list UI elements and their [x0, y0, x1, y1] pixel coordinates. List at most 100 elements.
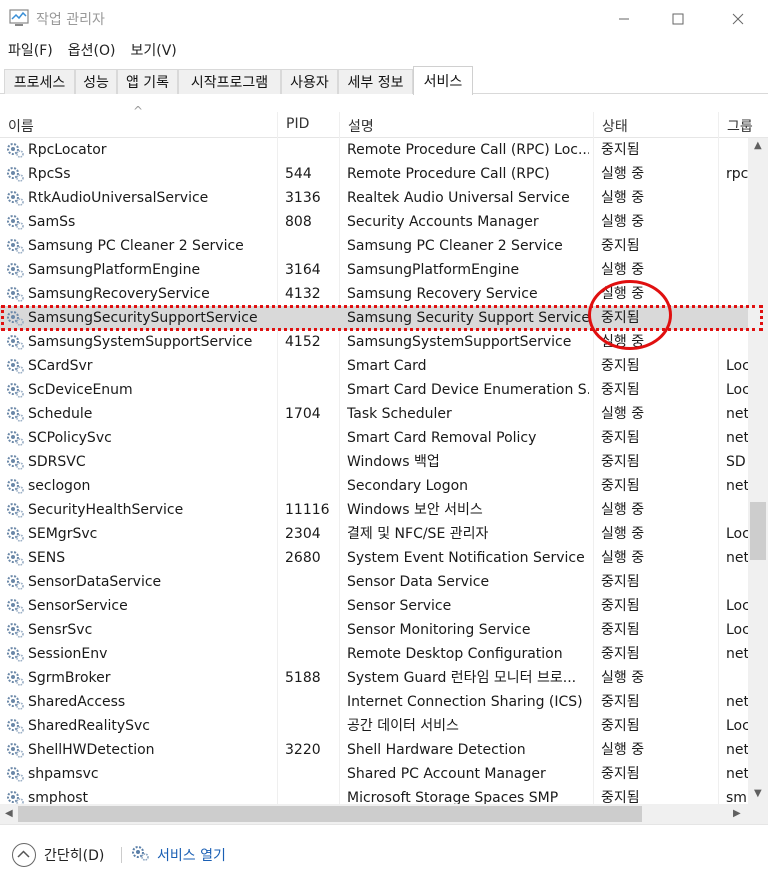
service-status: 중지됨	[601, 574, 640, 590]
service-status: 중지됨	[601, 694, 640, 710]
tab-performance[interactable]: 성능	[75, 69, 117, 94]
service-description: Smart Card Device Enumeration S...	[347, 382, 589, 398]
open-services-link[interactable]: 서비스 열기	[157, 845, 226, 865]
table-row[interactable]: SENS 2680 System Event Notification Servic…	[0, 546, 752, 570]
tab-details[interactable]: 세부 정보	[338, 69, 413, 94]
service-status: 실행 중	[601, 406, 645, 422]
horizontal-scroll-thumb[interactable]	[18, 806, 642, 822]
service-description: Sensor Service	[347, 598, 452, 614]
scroll-down-icon[interactable]: ▼	[754, 788, 762, 799]
tab-processes[interactable]: 프로세스	[4, 69, 75, 94]
service-gear-icon	[7, 263, 24, 278]
table-row[interactable]: SharedRealitySvc 공간 데이터 서비스 중지됨 Loc	[0, 714, 752, 738]
service-gear-icon	[7, 287, 24, 302]
close-icon	[732, 13, 744, 25]
table-row[interactable]: SensorService Sensor Service 중지됨 Loc	[0, 594, 752, 618]
service-gear-icon	[7, 695, 24, 710]
service-status: 실행 중	[601, 214, 645, 230]
service-name: RtkAudioUniversalService	[28, 190, 209, 206]
title-bar: 작업 관리자	[0, 0, 768, 38]
service-gear-icon	[7, 407, 24, 422]
table-row[interactable]: ScDeviceEnum Smart Card Device Enumeratio…	[0, 378, 752, 402]
vertical-scroll-thumb[interactable]	[750, 502, 766, 560]
service-description: Realtek Audio Universal Service	[347, 190, 570, 206]
column-header-pid[interactable]: PID	[278, 112, 340, 138]
table-row[interactable]: ShellHWDetection 3220 Shell Hardware Detec…	[0, 738, 752, 762]
scroll-right-icon[interactable]: ▶	[733, 808, 741, 819]
tab-startup[interactable]: 시작프로그램	[178, 69, 281, 94]
service-status: 중지됨	[601, 238, 640, 254]
service-description: Sensor Data Service	[347, 574, 490, 590]
table-row[interactable]: Schedule 1704 Task Scheduler 실행 중 net	[0, 402, 752, 426]
service-status: 실행 중	[601, 502, 645, 518]
service-gear-icon	[7, 623, 24, 638]
service-pid	[285, 378, 337, 402]
table-row[interactable]: SgrmBroker 5188 System Guard 런타임 모니터 브로...…	[0, 666, 752, 690]
service-description: Shared PC Account Manager	[347, 766, 546, 782]
service-pid	[285, 762, 337, 786]
table-row[interactable]: shpamsvc Shared PC Account Manager 중지됨 net	[0, 762, 752, 786]
service-pid	[285, 642, 337, 666]
column-header-group[interactable]: 그룹	[719, 112, 768, 138]
table-row[interactable]: RpcLocator Remote Procedure Call (RPC) Lo…	[0, 138, 752, 162]
column-header-status[interactable]: 상태	[594, 112, 719, 138]
table-row[interactable]: SessionEnv Remote Desktop Configuration 중지…	[0, 642, 752, 666]
service-description: Internet Connection Sharing (ICS)	[347, 694, 583, 710]
service-pid: 3164	[285, 262, 321, 278]
service-description: 결제 및 NFC/SE 관리자	[347, 526, 489, 542]
service-gear-icon	[7, 191, 24, 206]
close-button[interactable]	[712, 0, 764, 38]
service-name: ScDeviceEnum	[28, 382, 133, 398]
vertical-scrollbar[interactable]	[748, 138, 768, 804]
service-name: SgrmBroker	[28, 670, 111, 686]
service-gear-icon	[7, 215, 24, 230]
service-gear-icon	[7, 455, 24, 470]
table-row[interactable]: SensorDataService Sensor Data Service 중지됨	[0, 570, 752, 594]
service-status: 실행 중	[601, 262, 645, 278]
table-row[interactable]: SensrSvc Sensor Monitoring Service 중지됨 Loc	[0, 618, 752, 642]
highlight-circle	[588, 280, 672, 350]
table-row[interactable]: seclogon Secondary Logon 중지됨 net	[0, 474, 752, 498]
table-row[interactable]: SharedAccess Internet Connection Sharing …	[0, 690, 752, 714]
maximize-button[interactable]	[652, 0, 704, 38]
menu-view[interactable]: 보기(V)	[122, 38, 183, 62]
scroll-up-icon[interactable]: ▲	[754, 140, 762, 151]
table-row[interactable]: Samsung PC Cleaner 2 Service Samsung PC C…	[0, 234, 752, 258]
tab-users[interactable]: 사용자	[281, 69, 338, 94]
column-header-name[interactable]: 이름	[0, 112, 278, 138]
service-description: Remote Procedure Call (RPC) Loc...	[347, 142, 589, 158]
table-row[interactable]: SecurityHealthService 11116 Windows 보안 서비스…	[0, 498, 752, 522]
service-name: SamsungSystemSupportService	[28, 334, 253, 350]
table-row[interactable]: smphost Microsoft Storage Spaces SMP 중지됨 sm	[0, 786, 752, 804]
table-row[interactable]: RtkAudioUniversalService 3136 Realtek Audi…	[0, 186, 752, 210]
service-name: SecurityHealthService	[28, 502, 184, 518]
service-description: Secondary Logon	[347, 478, 469, 494]
table-row[interactable]: SCardSvr Smart Card 중지됨 Loc	[0, 354, 752, 378]
tab-services[interactable]: 서비스	[413, 66, 473, 95]
table-row[interactable]: SCPolicySvc Smart Card Removal Policy 중지됨 n…	[0, 426, 752, 450]
tab-app-history[interactable]: 앱 기록	[117, 69, 178, 94]
service-name: seclogon	[28, 478, 91, 494]
service-pid	[285, 594, 337, 618]
collapse-chevron-icon[interactable]	[12, 843, 36, 867]
menu-options[interactable]: 옵션(O)	[60, 38, 123, 62]
menu-file[interactable]: 파일(F)	[0, 38, 60, 62]
table-row[interactable]: SamSs 808 Security Accounts Manager 실행 중	[0, 210, 752, 234]
service-description: Remote Procedure Call (RPC)	[347, 166, 550, 182]
table-row[interactable]: SEMgrSvc 2304 결제 및 NFC/SE 관리자 실행 중 Loc	[0, 522, 752, 546]
column-header-description[interactable]: 설명	[340, 112, 594, 138]
table-row[interactable]: RpcSs 544 Remote Procedure Call (RPC) 실행 중r…	[0, 162, 752, 186]
service-pid: 3136	[285, 190, 321, 206]
minimize-button[interactable]	[598, 0, 650, 38]
table-row[interactable]: SDRSVC Windows 백업 중지됨 SD	[0, 450, 752, 474]
service-description: SamsungSystemSupportService	[347, 334, 572, 350]
service-pid	[285, 426, 337, 450]
collapse-button[interactable]: 간단히(D)	[44, 845, 104, 865]
service-pid	[285, 618, 337, 642]
table-row[interactable]: SamsungPlatformEngine 3164 SamsungPlatform…	[0, 258, 752, 282]
service-gear-icon	[7, 743, 24, 758]
service-description: Shell Hardware Detection	[347, 742, 526, 758]
service-status: 실행 중	[601, 526, 645, 542]
task-manager-icon	[9, 9, 29, 26]
scroll-left-icon[interactable]: ◀	[5, 808, 13, 819]
